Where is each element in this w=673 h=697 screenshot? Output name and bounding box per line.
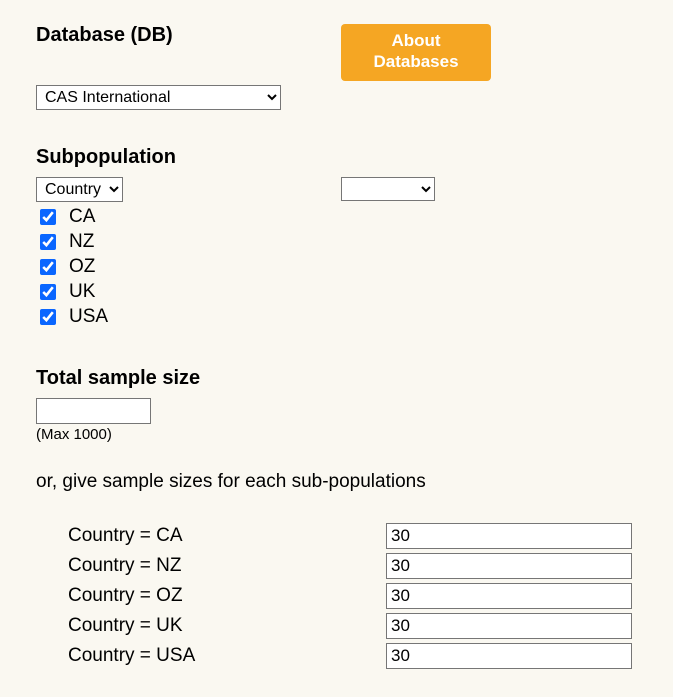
about-databases-line2: Databases	[373, 52, 458, 71]
total-sample-size-input[interactable]	[36, 398, 151, 424]
about-databases-button[interactable]: About Databases	[341, 24, 491, 81]
database-heading: Database (DB)	[36, 24, 341, 47]
subpop-checkbox-nz[interactable]	[40, 234, 56, 250]
subpop-size-input-oz[interactable]	[386, 583, 632, 609]
subpop-label-usa: USA	[69, 306, 108, 328]
subpop-size-input-uk[interactable]	[386, 613, 632, 639]
subpop-size-label-uk: Country = UK	[36, 615, 386, 637]
subpopulation-heading: Subpopulation	[36, 146, 637, 169]
about-databases-line1: About	[391, 31, 440, 50]
subpop-label-uk: UK	[69, 281, 95, 303]
total-sample-size-heading: Total sample size	[36, 367, 637, 390]
subpop-checkbox-uk[interactable]	[40, 284, 56, 300]
subpop-checkbox-ca[interactable]	[40, 209, 56, 225]
table-row: Country = NZ	[36, 553, 637, 579]
or-instruction-text: or, give sample sizes for each sub-popul…	[36, 471, 637, 493]
subpopulation-type-select[interactable]: Country	[36, 177, 123, 202]
subpop-item-oz: OZ	[36, 256, 341, 278]
subpop-size-label-nz: Country = NZ	[36, 555, 386, 577]
total-sample-size-hint: (Max 1000)	[36, 426, 637, 443]
database-select[interactable]: CAS International	[36, 85, 281, 110]
table-row: Country = CA	[36, 523, 637, 549]
subpop-size-input-nz[interactable]	[386, 553, 632, 579]
subpopulation-secondary-select[interactable]	[341, 177, 435, 201]
subpop-sample-size-table: Country = CA Country = NZ Country = OZ C…	[36, 523, 637, 669]
subpop-size-input-usa[interactable]	[386, 643, 632, 669]
subpop-size-label-usa: Country = USA	[36, 645, 386, 667]
subpop-label-nz: NZ	[69, 231, 94, 253]
subpop-checkbox-usa[interactable]	[40, 309, 56, 325]
subpop-item-ca: CA	[36, 206, 341, 228]
subpop-checkbox-oz[interactable]	[40, 259, 56, 275]
subpop-size-label-ca: Country = CA	[36, 525, 386, 547]
subpop-item-nz: NZ	[36, 231, 341, 253]
subpop-size-input-ca[interactable]	[386, 523, 632, 549]
subpop-item-uk: UK	[36, 281, 341, 303]
table-row: Country = OZ	[36, 583, 637, 609]
subpop-item-usa: USA	[36, 306, 341, 328]
subpop-label-ca: CA	[69, 206, 95, 228]
subpop-label-oz: OZ	[69, 256, 95, 278]
table-row: Country = UK	[36, 613, 637, 639]
subpopulation-checkbox-list: CA NZ OZ UK	[36, 206, 341, 328]
table-row: Country = USA	[36, 643, 637, 669]
subpop-size-label-oz: Country = OZ	[36, 585, 386, 607]
